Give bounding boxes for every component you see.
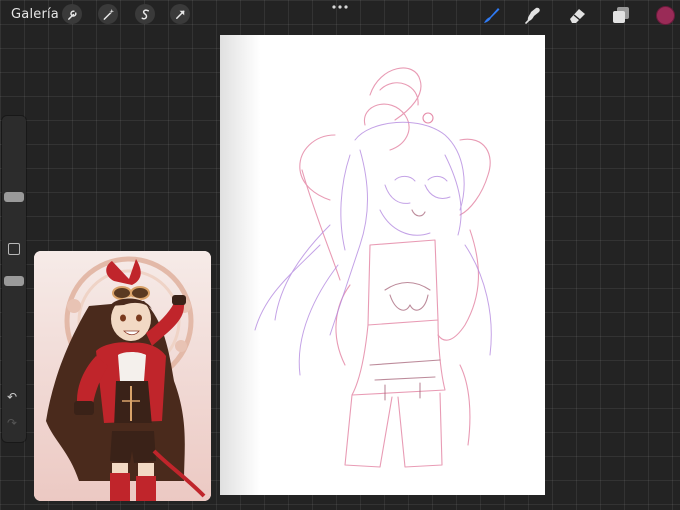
undo-icon[interactable]: ↶ bbox=[7, 390, 17, 404]
transform-arrow-icon[interactable] bbox=[170, 4, 190, 24]
sketch-drawing bbox=[254, 67, 492, 468]
color-picker-swatch[interactable] bbox=[656, 6, 675, 25]
modify-square-icon[interactable] bbox=[8, 243, 20, 255]
layers-icon[interactable] bbox=[610, 4, 632, 26]
reference-image-window[interactable] bbox=[34, 251, 211, 501]
drawing-canvas[interactable] bbox=[220, 35, 545, 495]
smudge-icon[interactable] bbox=[522, 4, 544, 26]
reference-character-illustration bbox=[34, 251, 211, 501]
eraser-icon[interactable] bbox=[566, 4, 588, 26]
selection-s-icon[interactable] bbox=[135, 4, 155, 24]
magic-wand-icon[interactable] bbox=[98, 4, 118, 24]
brush-sidebar: ↶ ↷ bbox=[2, 116, 26, 442]
brush-size-slider-thumb[interactable] bbox=[4, 192, 24, 202]
opacity-slider-thumb[interactable] bbox=[4, 276, 24, 286]
top-toolbar: Galería bbox=[0, 0, 680, 28]
wrench-icon[interactable] bbox=[62, 4, 82, 24]
gallery-button[interactable]: Galería bbox=[11, 7, 59, 22]
redo-icon[interactable]: ↷ bbox=[7, 416, 17, 430]
brush-icon[interactable] bbox=[480, 4, 502, 26]
more-options-icon[interactable] bbox=[331, 3, 349, 11]
